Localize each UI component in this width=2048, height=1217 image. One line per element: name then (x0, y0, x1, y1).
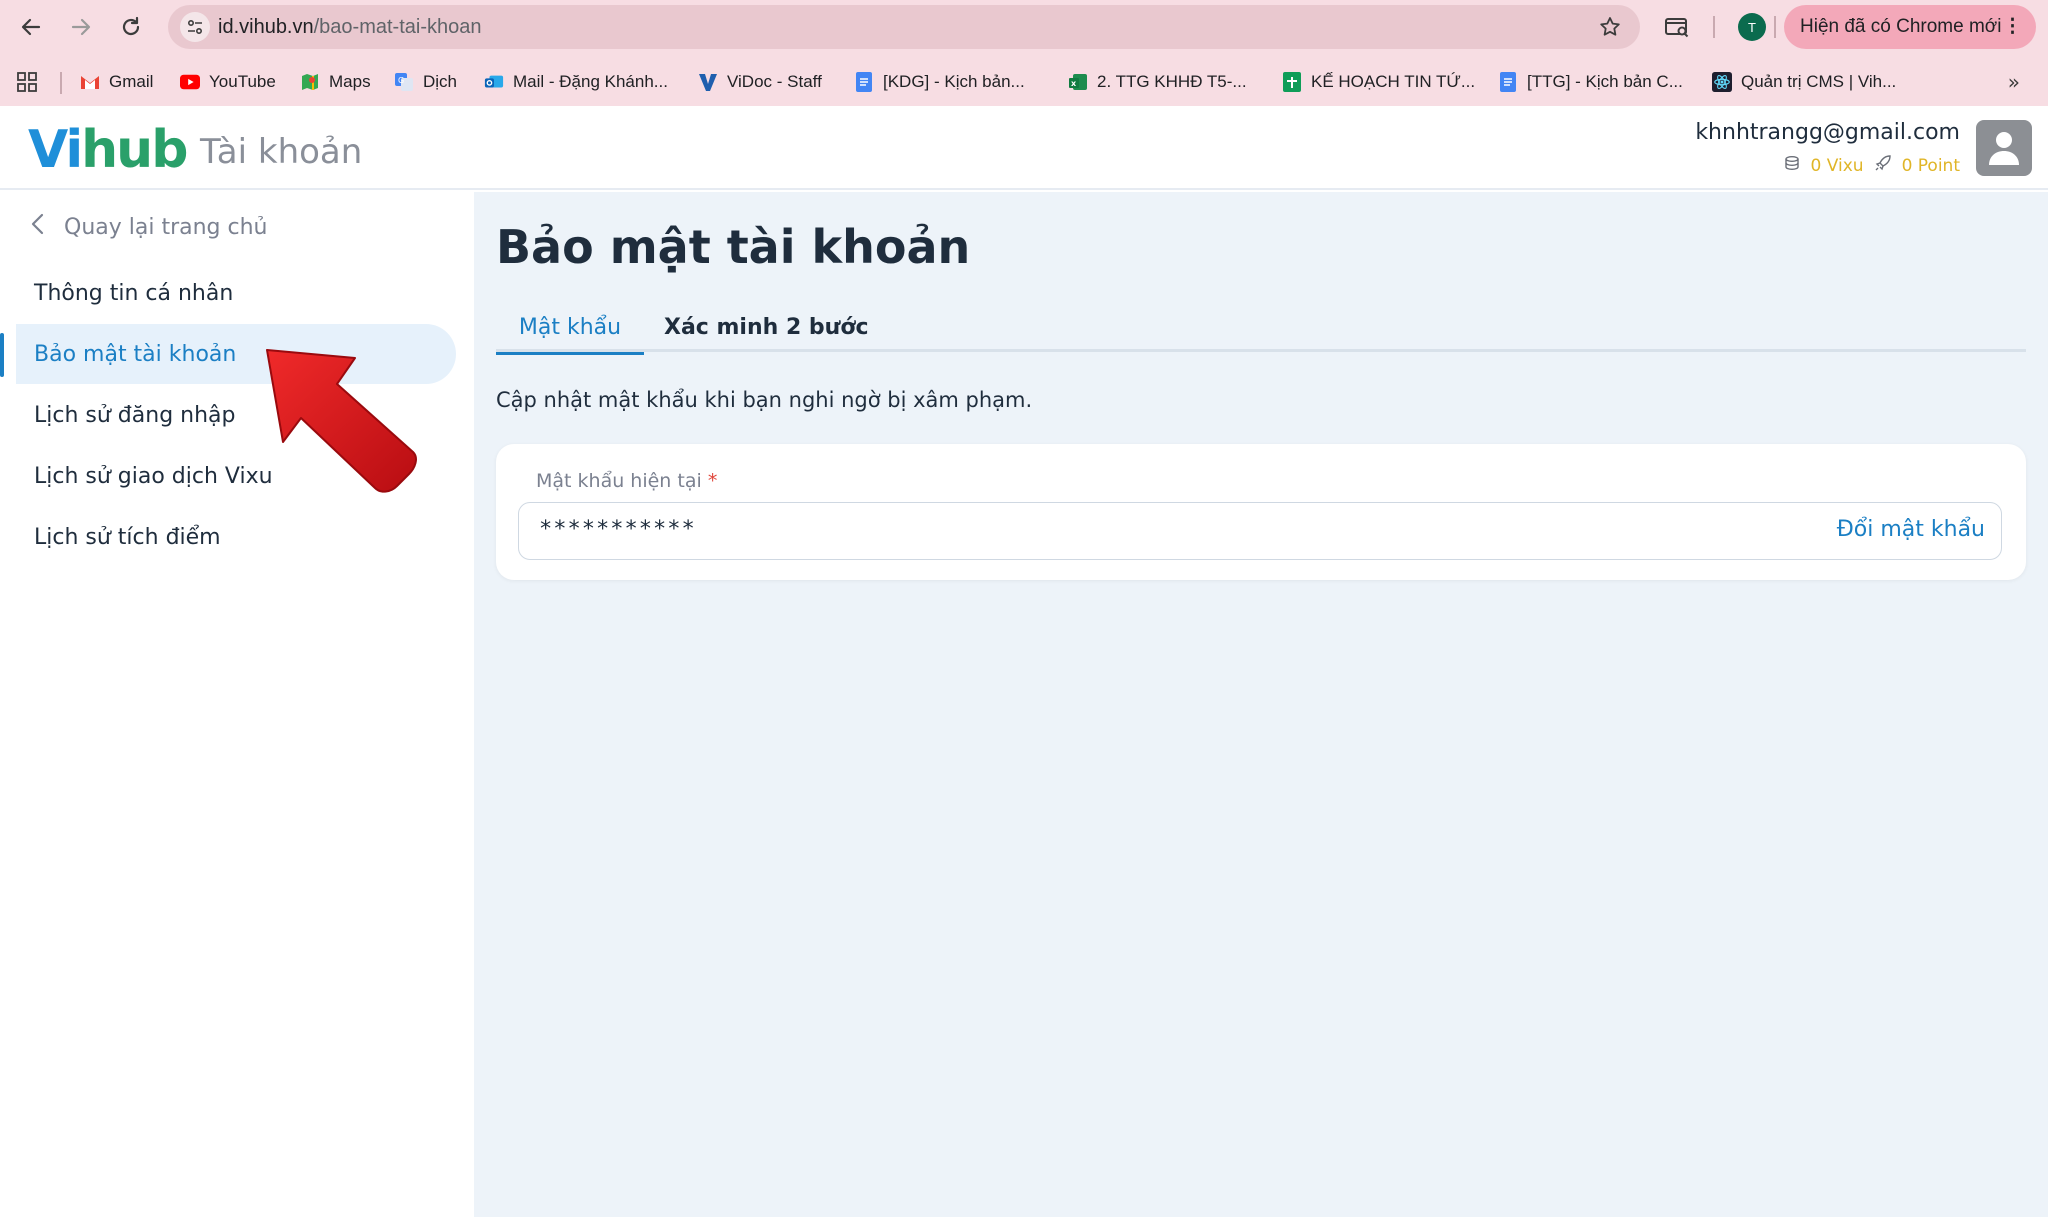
bookmark-label: Dịch (423, 72, 458, 91)
vixu-balance: 0 Vixu (1810, 155, 1864, 176)
apps-grid-icon[interactable] (16, 62, 38, 102)
current-password-label-text: Mật khẩu hiện tại (536, 470, 702, 492)
logo-text-vi: Vi (28, 120, 83, 180)
logo-text-hub: hub (81, 120, 188, 180)
sidebar-item-label: Lịch sử tích điểm (34, 524, 221, 550)
tab-label: Mật khẩu (518, 314, 622, 340)
security-tabs: Mật khẩu Xác minh 2 bước (496, 302, 2026, 355)
current-password-value: *********** (539, 517, 696, 542)
youtube-icon (180, 72, 200, 92)
bookmark-cms[interactable]: Quản trị CMS | Vih... (1712, 62, 1896, 102)
bookmark-label: 2. TTG KHHĐ T5-... (1097, 72, 1247, 91)
tab-password[interactable]: Mật khẩu (496, 302, 644, 355)
docs-icon (854, 72, 874, 92)
back-to-home-link[interactable]: Quay lại trang chủ (30, 212, 268, 242)
translate-icon: G (394, 72, 414, 92)
annotation-arrow-icon (266, 349, 417, 493)
bookmark-gmail[interactable]: Gmail (80, 62, 153, 102)
current-password-label: Mật khẩu hiện tại * (536, 470, 717, 492)
site-header: Vihub Tài khoản khnhtrangg@gmail.com 0 V… (0, 106, 2048, 190)
bookmarks-divider (60, 72, 62, 94)
bookmark-translate[interactable]: G Dịch (394, 62, 457, 102)
tab-search-icon[interactable] (1660, 10, 1694, 44)
maps-icon (300, 72, 320, 92)
toolbar-divider (1713, 16, 1715, 38)
bookmarks-overflow-icon[interactable]: » (2008, 70, 2020, 94)
bookmark-label: KẾ HOẠCH TIN TỨ... (1311, 72, 1476, 91)
sidebar-item-label: Thông tin cá nhân (34, 280, 234, 306)
password-card: Mật khẩu hiện tại * *********** Đổi mật … (496, 444, 2026, 580)
sidebar-item-label: Bảo mật tài khoản (34, 341, 237, 367)
bookmark-ttg[interactable]: [TTG] - Kịch bản C... (1498, 62, 1683, 102)
site-info-icon[interactable] (180, 12, 210, 42)
sidebar-active-indicator (0, 333, 4, 377)
user-email: khnhtrangg@gmail.com (1695, 120, 1960, 145)
bookmark-mail[interactable]: Mail - Đặng Khánh... (484, 62, 668, 102)
browser-toolbar: id.vihub.vn/bao-mat-tai-khoan T Hiện đã … (0, 0, 2048, 54)
point-balance: 0 Point (1901, 155, 1960, 176)
profile-avatar[interactable]: T (1738, 13, 1766, 41)
bookmark-label: Maps (329, 72, 371, 91)
url-text: id.vihub.vn/bao-mat-tai-khoan (218, 5, 482, 49)
bookmark-label: Quản trị CMS | Vih... (1741, 72, 1897, 91)
logo-wordmark: Vihub (28, 120, 188, 180)
main-content: Bảo mật tài khoản Mật khẩu Xác minh 2 bư… (474, 192, 2048, 1217)
person-icon (1989, 132, 2019, 165)
svg-text:G: G (398, 76, 404, 85)
sidebar-item-label: Lịch sử đăng nhập (34, 402, 236, 428)
bookmark-youtube[interactable]: YouTube (180, 62, 276, 102)
required-asterisk: * (707, 470, 718, 492)
bookmark-vidoc[interactable]: ViDoc - Staff (698, 62, 822, 102)
docs-icon (1498, 72, 1518, 92)
chevron-left-icon (30, 212, 44, 242)
outlook-icon (484, 72, 504, 92)
chrome-update-button[interactable]: Hiện đã có Chrome mới ⋮ (1784, 5, 2036, 49)
bookmark-ttg-khhd[interactable]: x 2. TTG KHHĐ T5-... (1068, 62, 1247, 102)
gmail-icon (80, 72, 100, 92)
url-host: id.vihub.vn (218, 16, 314, 38)
bookmark-maps[interactable]: Maps (300, 62, 371, 102)
excel-icon: x (1068, 72, 1088, 92)
toolbar-divider (1774, 16, 1776, 38)
sidebar-item-label: Lịch sử giao dịch Vixu (34, 463, 273, 489)
vidoc-icon (698, 72, 718, 92)
back-arrow-icon[interactable] (14, 10, 48, 44)
bookmark-label: [TTG] - Kịch bản C... (1527, 72, 1683, 91)
page-title: Bảo mật tài khoản (496, 220, 971, 274)
bookmark-kdg[interactable]: [KDG] - Kịch bản... (854, 62, 1025, 102)
svg-text:x: x (1071, 79, 1077, 88)
logo-subtitle: Tài khoản (200, 132, 363, 172)
password-description: Cập nhật mật khẩu khi bạn nghi ngờ bị xâ… (496, 388, 1033, 412)
rocket-icon (1874, 154, 1892, 177)
kebab-menu-icon[interactable]: ⋮ (2003, 15, 2022, 38)
url-path: /bao-mat-tai-khoan (313, 16, 482, 38)
tab-two-step-verification[interactable]: Xác minh 2 bước (664, 302, 869, 352)
bookmark-label: Mail - Đặng Khánh... (513, 72, 668, 91)
back-to-home-label: Quay lại trang chủ (64, 214, 268, 240)
bookmark-label: YouTube (209, 72, 276, 91)
vihub-logo[interactable]: Vihub (28, 120, 188, 180)
change-password-button[interactable]: Đổi mật khẩu (1837, 517, 1985, 542)
bookmark-label: ViDoc - Staff (727, 72, 822, 91)
sidebar-item-personal-info[interactable]: Thông tin cá nhân (16, 263, 456, 323)
reload-icon[interactable] (114, 10, 148, 44)
bookmark-label: [KDG] - Kịch bản... (883, 72, 1025, 91)
sheets-icon (1282, 72, 1302, 92)
address-bar[interactable]: id.vihub.vn/bao-mat-tai-khoan (168, 5, 1640, 49)
tab-label: Xác minh 2 bước (664, 314, 869, 340)
user-stats: 0 Vixu 0 Point (1783, 154, 1960, 177)
chrome-update-label: Hiện đã có Chrome mới (1800, 16, 2002, 37)
forward-arrow-icon[interactable] (64, 10, 98, 44)
sidebar-item-points-history[interactable]: Lịch sử tích điểm (16, 507, 456, 567)
coins-icon (1783, 155, 1801, 176)
browser-chrome: id.vihub.vn/bao-mat-tai-khoan T Hiện đã … (0, 0, 2048, 106)
bookmark-label: Gmail (109, 72, 154, 91)
user-avatar[interactable] (1976, 120, 2032, 176)
bookmarks-bar: Gmail YouTube Maps G Dịch Mail - Đặng Kh… (0, 62, 2048, 102)
bookmark-ke-hoach[interactable]: KẾ HOẠCH TIN TỨ... (1282, 62, 1475, 102)
bookmark-star-icon[interactable] (1598, 15, 1622, 43)
react-icon (1712, 72, 1732, 92)
current-password-field[interactable]: *********** Đổi mật khẩu (518, 502, 2002, 560)
